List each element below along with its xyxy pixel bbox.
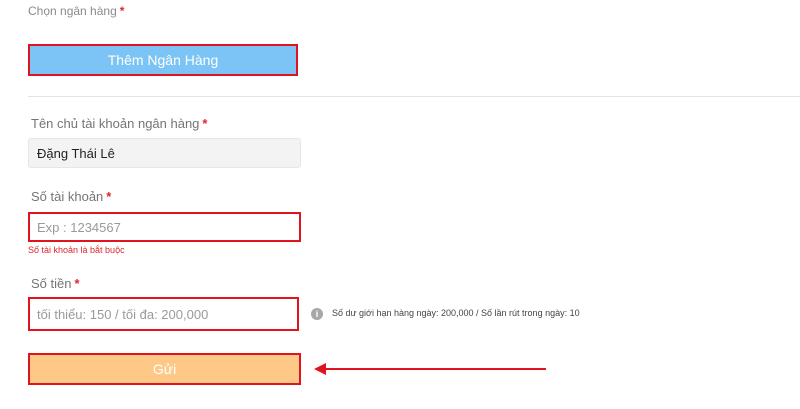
bank-select-label: Chọn ngân hàng * (28, 4, 124, 18)
info-icon: i (311, 308, 323, 320)
amount-label: Số tiền * (31, 276, 80, 291)
required-mark: * (74, 276, 80, 291)
account-number-input[interactable] (28, 212, 301, 242)
section-divider (28, 96, 800, 97)
bank-select-label-text: Chọn ngân hàng (28, 4, 117, 18)
required-mark: * (202, 116, 208, 131)
submit-button[interactable]: Gửi (28, 353, 301, 385)
required-mark: * (106, 189, 112, 204)
daily-limit-info: Số dư giới hạn hàng ngày: 200,000 / Số l… (332, 308, 580, 318)
add-bank-button[interactable]: Thêm Ngân Hàng (28, 44, 298, 76)
account-number-label: Số tài khoản * (31, 189, 111, 204)
amount-input[interactable] (28, 297, 299, 331)
withdraw-form: Chọn ngân hàng * Thêm Ngân Hàng Tên chủ t… (0, 0, 800, 409)
required-mark: * (119, 4, 125, 18)
account-holder-input[interactable] (28, 138, 301, 168)
account-number-label-text: Số tài khoản (31, 189, 104, 204)
add-bank-button-label: Thêm Ngân Hàng (107, 52, 219, 68)
account-holder-label-text: Tên chủ tài khoản ngân hàng (31, 116, 200, 131)
amount-label-text: Số tiền (31, 276, 72, 291)
account-number-error: Số tài khoản là bắt buộc (28, 245, 125, 255)
submit-button-label: Gửi (152, 361, 177, 377)
pointer-arrow-icon (314, 363, 546, 375)
account-holder-label: Tên chủ tài khoản ngân hàng * (31, 116, 207, 131)
